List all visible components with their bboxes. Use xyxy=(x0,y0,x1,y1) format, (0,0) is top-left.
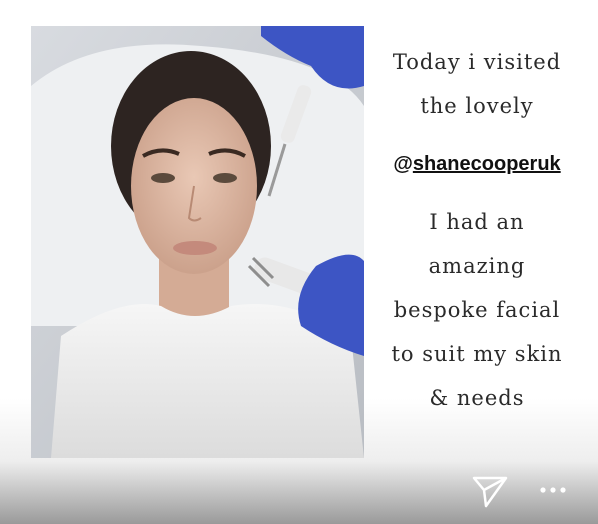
send-button[interactable] xyxy=(470,470,510,510)
face-illustration xyxy=(31,26,364,458)
caption-gap xyxy=(372,186,582,200)
caption-gap xyxy=(372,128,582,142)
more-options-icon xyxy=(540,487,566,493)
story-caption: Today i visited the lovely @shanecooperu… xyxy=(372,40,582,420)
story-photo xyxy=(31,26,364,458)
story-viewer: Today i visited the lovely @shanecooperu… xyxy=(0,0,598,524)
caption-line-2: the lovely xyxy=(420,94,534,118)
more-options-button[interactable] xyxy=(533,474,573,506)
send-icon xyxy=(472,476,508,508)
caption-line-5: amazing xyxy=(428,254,526,278)
caption-line-6: bespoke facial xyxy=(393,298,561,322)
mention-handle: shanecooperuk xyxy=(412,153,561,175)
caption-line-1: Today i visited xyxy=(392,50,562,74)
caption-line-7: to suit my skin xyxy=(391,342,563,366)
mention-at: @ xyxy=(393,153,413,175)
mention-link[interactable]: @shanecooperuk xyxy=(372,142,582,186)
caption-line-4: I had an xyxy=(429,210,525,234)
caption-line-8: & needs xyxy=(429,386,525,410)
